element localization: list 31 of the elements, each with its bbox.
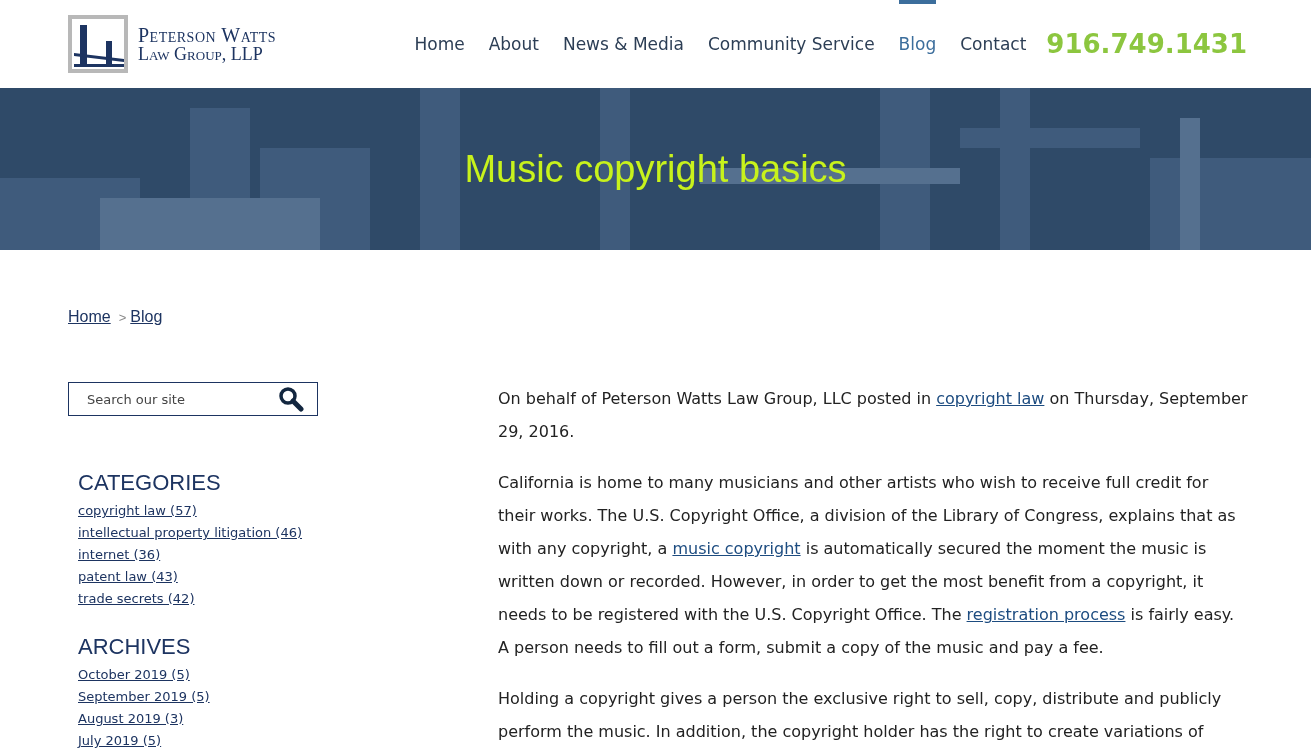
bridge-logo-icon (68, 15, 128, 73)
sidebar-link[interactable]: copyright law (57) (78, 500, 318, 522)
sidebar-heading: ARCHIVES (78, 634, 192, 660)
search-field[interactable]: Search our site (68, 382, 318, 416)
nav-link[interactable]: News & Media (562, 0, 684, 88)
breadcrumb-link[interactable]: Home (68, 308, 111, 326)
sidebar-link[interactable]: internet (36) (78, 544, 318, 566)
page-title: Music copyright basics (464, 147, 847, 191)
nav-link[interactable]: Home (414, 0, 465, 88)
article-paragraph: Holding a copyright gives a person the exclusive right to sell, copy, distribute and publicly perform the music. In addition, the copyright holder has the right to create variations of (498, 688, 1223, 743)
breadcrumb-separator: > (118, 309, 127, 325)
sidebar-heading: CATEGORIES (78, 470, 222, 496)
sidebar-link[interactable]: July 2019 (5) (78, 730, 318, 752)
logo-subtitle: Law Group, LLP (138, 45, 264, 63)
search-icon[interactable] (278, 386, 304, 412)
sidebar-link[interactable]: intellectual property litigation (46) (78, 522, 318, 544)
logo-name: Peterson Watts (138, 25, 277, 45)
sidebar-link[interactable]: September 2019 (5) (78, 686, 318, 708)
article-paragraph: California is home to many musicians and other artists who wish to receive full credit for their works. The U.S. Copyright Office, a division of the Library of Congress, explains that as with any copyright, a music copyright is automatically secured the moment the music is written down or recorded. However, in order to get the most benefit from a copyright, it needs to be registered with the U.S. Copyright Office. The registration process is fairly easy. A person needs to fill out a form, submit a copy of the music and pay a fee. (498, 472, 1237, 659)
sidebar-link[interactable]: trade secrets (42) (78, 588, 318, 610)
inline-link[interactable]: copyright law (936, 389, 1045, 408)
inline-link[interactable]: music copyright (672, 539, 801, 558)
breadcrumb-link[interactable]: Blog (130, 308, 163, 326)
article-paragraph: On behalf of Peterson Watts Law Group, LLC posted in copyright law on Thursday, September 29, 2016. (498, 388, 1248, 443)
nav-link[interactable]: Contact (960, 0, 1027, 88)
sidebar-link[interactable]: August 2019 (3) (78, 708, 318, 730)
inline-link[interactable]: registration process (966, 605, 1126, 624)
nav-link[interactable]: Community Service (708, 0, 875, 88)
sidebar-link[interactable]: October 2019 (5) (78, 664, 318, 686)
nav-link[interactable]: About (488, 0, 539, 88)
sidebar-link[interactable]: patent law (43) (78, 566, 318, 588)
